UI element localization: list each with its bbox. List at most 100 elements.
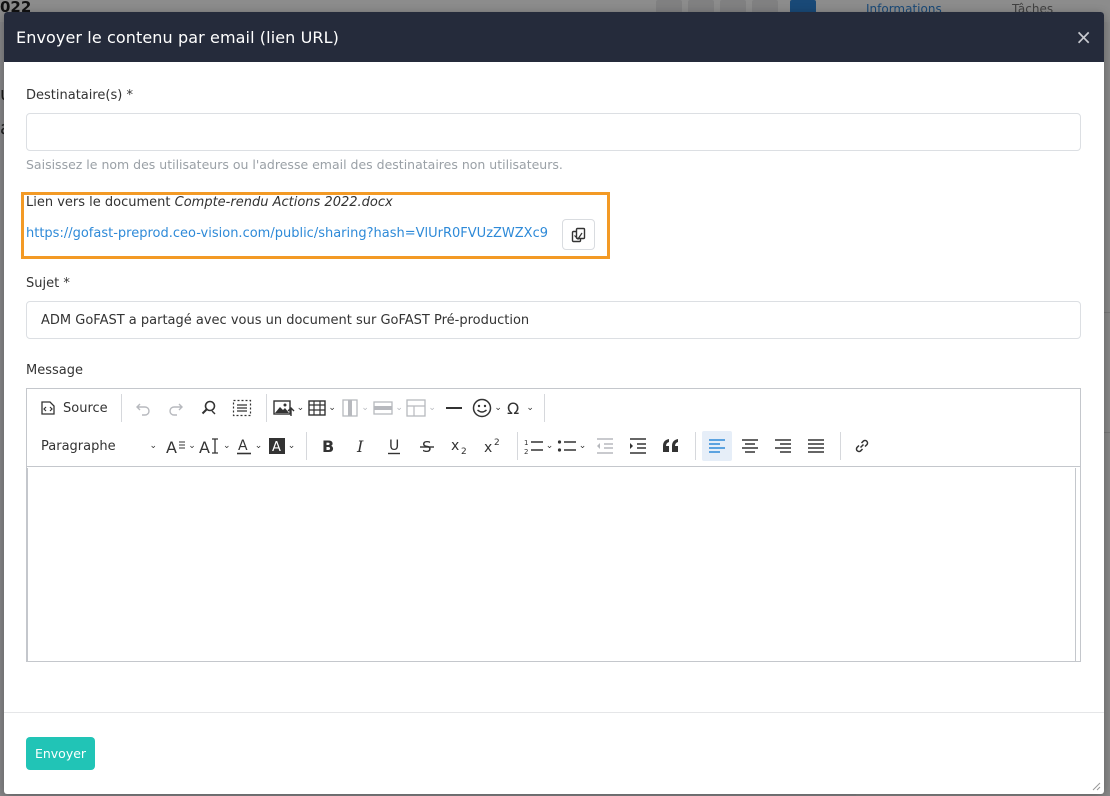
select-all-icon bbox=[232, 399, 251, 417]
align-left-icon bbox=[708, 439, 725, 453]
modal-footer: Envoyer bbox=[4, 712, 1104, 794]
copy-link-button[interactable] bbox=[562, 219, 595, 250]
background-color-icon: A bbox=[268, 438, 285, 455]
subject-input[interactable]: ADM GoFAST a partagé avec vous un docume… bbox=[26, 301, 1081, 339]
horizontal-line-button[interactable] bbox=[439, 393, 469, 423]
select-all-button[interactable] bbox=[227, 393, 257, 423]
outdent-button[interactable] bbox=[590, 431, 620, 461]
bold-button[interactable]: B bbox=[313, 431, 343, 461]
align-right-button[interactable] bbox=[768, 431, 798, 461]
toolbar-row-1: Source ⌄ ⌄ ⌄ ⌄ ⌄ ⌄ Ω ⌄ bbox=[27, 389, 551, 427]
toolbar-separator bbox=[544, 394, 546, 422]
chevron-down-icon: ⌄ bbox=[254, 441, 263, 451]
find-replace-button[interactable] bbox=[194, 393, 224, 423]
svg-text:B: B bbox=[322, 437, 334, 455]
quote-icon bbox=[662, 439, 678, 452]
strikethrough-icon: S bbox=[419, 438, 434, 455]
source-icon bbox=[41, 401, 55, 415]
toolbar-separator bbox=[694, 432, 696, 460]
svg-text:x: x bbox=[484, 440, 492, 455]
svg-text:2: 2 bbox=[494, 438, 500, 448]
chevron-down-icon: ⌄ bbox=[328, 403, 336, 413]
align-left-button[interactable] bbox=[701, 431, 732, 461]
align-right-icon bbox=[774, 439, 791, 453]
subscript-icon: x2 bbox=[451, 438, 467, 455]
recipients-label: Destinataire(s) * bbox=[26, 88, 133, 103]
table-column-button[interactable]: ⌄ bbox=[340, 393, 370, 423]
insert-table-button[interactable]: ⌄ bbox=[307, 393, 337, 423]
chevron-down-icon: ⌄ bbox=[526, 403, 534, 413]
toolbar-separator bbox=[839, 432, 841, 460]
background-color-button[interactable]: A ⌄ bbox=[267, 431, 297, 461]
resize-handle-icon[interactable] bbox=[1091, 781, 1101, 791]
indent-icon bbox=[629, 438, 646, 454]
table-column-icon bbox=[342, 399, 359, 417]
strikethrough-button[interactable]: S bbox=[412, 431, 442, 461]
table-row-button[interactable]: ⌄ bbox=[373, 393, 403, 423]
svg-text:2: 2 bbox=[461, 447, 467, 455]
svg-text:2: 2 bbox=[524, 448, 528, 455]
toolbar-separator bbox=[120, 394, 122, 422]
source-button[interactable]: Source bbox=[35, 393, 112, 423]
outdent-icon bbox=[596, 438, 613, 454]
align-justify-button[interactable] bbox=[801, 431, 831, 461]
svg-text:A: A bbox=[199, 438, 210, 455]
align-center-icon bbox=[741, 439, 758, 453]
font-color-button[interactable]: A ⌄ bbox=[234, 431, 264, 461]
editor-toolbar: Source ⌄ ⌄ ⌄ ⌄ ⌄ ⌄ Ω ⌄ Paragraphe ⌄ A ⌄ … bbox=[27, 389, 1080, 467]
merge-cells-button[interactable]: ⌄ bbox=[406, 393, 436, 423]
font-family-button[interactable]: A ⌄ bbox=[199, 431, 231, 461]
redo-button[interactable] bbox=[161, 393, 191, 423]
superscript-icon: x2 bbox=[484, 438, 500, 455]
bulleted-list-button[interactable]: ⌄ bbox=[557, 431, 587, 461]
recipients-input[interactable] bbox=[26, 113, 1081, 151]
align-justify-icon bbox=[807, 439, 824, 453]
svg-text:1: 1 bbox=[524, 439, 528, 447]
chevron-down-icon: ⌄ bbox=[578, 441, 587, 451]
subscript-button[interactable]: x2 bbox=[445, 431, 475, 461]
find-replace-icon bbox=[201, 400, 216, 415]
indent-button[interactable] bbox=[623, 431, 653, 461]
message-label: Message bbox=[26, 363, 83, 378]
font-family-icon: A bbox=[199, 438, 218, 455]
blockquote-button[interactable] bbox=[656, 431, 686, 461]
table-icon bbox=[308, 400, 327, 416]
font-color-icon: A bbox=[236, 438, 251, 455]
svg-text:A: A bbox=[238, 438, 248, 454]
superscript-button[interactable]: x2 bbox=[478, 431, 508, 461]
underline-button[interactable]: U bbox=[379, 431, 409, 461]
bulleted-list-icon bbox=[557, 440, 576, 452]
svg-text:I: I bbox=[356, 437, 364, 455]
emoji-button[interactable]: ⌄ bbox=[472, 393, 502, 423]
document-name: Compte-rendu Actions 2022.docx bbox=[174, 195, 393, 210]
undo-icon bbox=[135, 403, 150, 416]
redo-icon bbox=[168, 403, 183, 416]
insert-image-button[interactable]: ⌄ bbox=[272, 393, 304, 423]
link-label: Lien vers le document Compte-rendu Actio… bbox=[26, 195, 393, 210]
message-editor-content[interactable] bbox=[27, 468, 1076, 662]
undo-button[interactable] bbox=[128, 393, 158, 423]
chevron-down-icon: ⌄ bbox=[428, 403, 436, 413]
insert-link-button[interactable] bbox=[847, 431, 877, 461]
align-center-button[interactable] bbox=[735, 431, 765, 461]
chevron-down-icon: ⌄ bbox=[223, 441, 231, 451]
italic-button[interactable]: I bbox=[346, 431, 376, 461]
table-row-icon bbox=[373, 401, 394, 415]
modal-title: Envoyer le contenu par email (lien URL) bbox=[16, 27, 339, 47]
paragraph-format-select[interactable]: Paragraphe ⌄ bbox=[35, 431, 163, 461]
paragraph-format-label: Paragraphe bbox=[41, 438, 116, 454]
merge-cells-icon bbox=[406, 399, 427, 417]
svg-text:A: A bbox=[166, 438, 177, 455]
close-icon[interactable]: × bbox=[1075, 27, 1092, 47]
link-icon bbox=[855, 439, 868, 453]
chevron-down-icon: ⌄ bbox=[287, 441, 296, 451]
special-characters-button[interactable]: Ω ⌄ bbox=[505, 393, 535, 423]
font-size-button[interactable]: A ⌄ bbox=[166, 431, 196, 461]
svg-text:x: x bbox=[451, 438, 459, 454]
underline-icon: U bbox=[387, 438, 400, 455]
numbered-list-button[interactable]: 1 2 ⌄ bbox=[524, 431, 554, 461]
source-label: Source bbox=[63, 400, 108, 416]
sharing-link[interactable]: https://gofast-preprod.ceo-vision.com/pu… bbox=[26, 226, 548, 241]
chevron-down-icon: ⌄ bbox=[188, 441, 196, 451]
send-button[interactable]: Envoyer bbox=[26, 737, 95, 770]
